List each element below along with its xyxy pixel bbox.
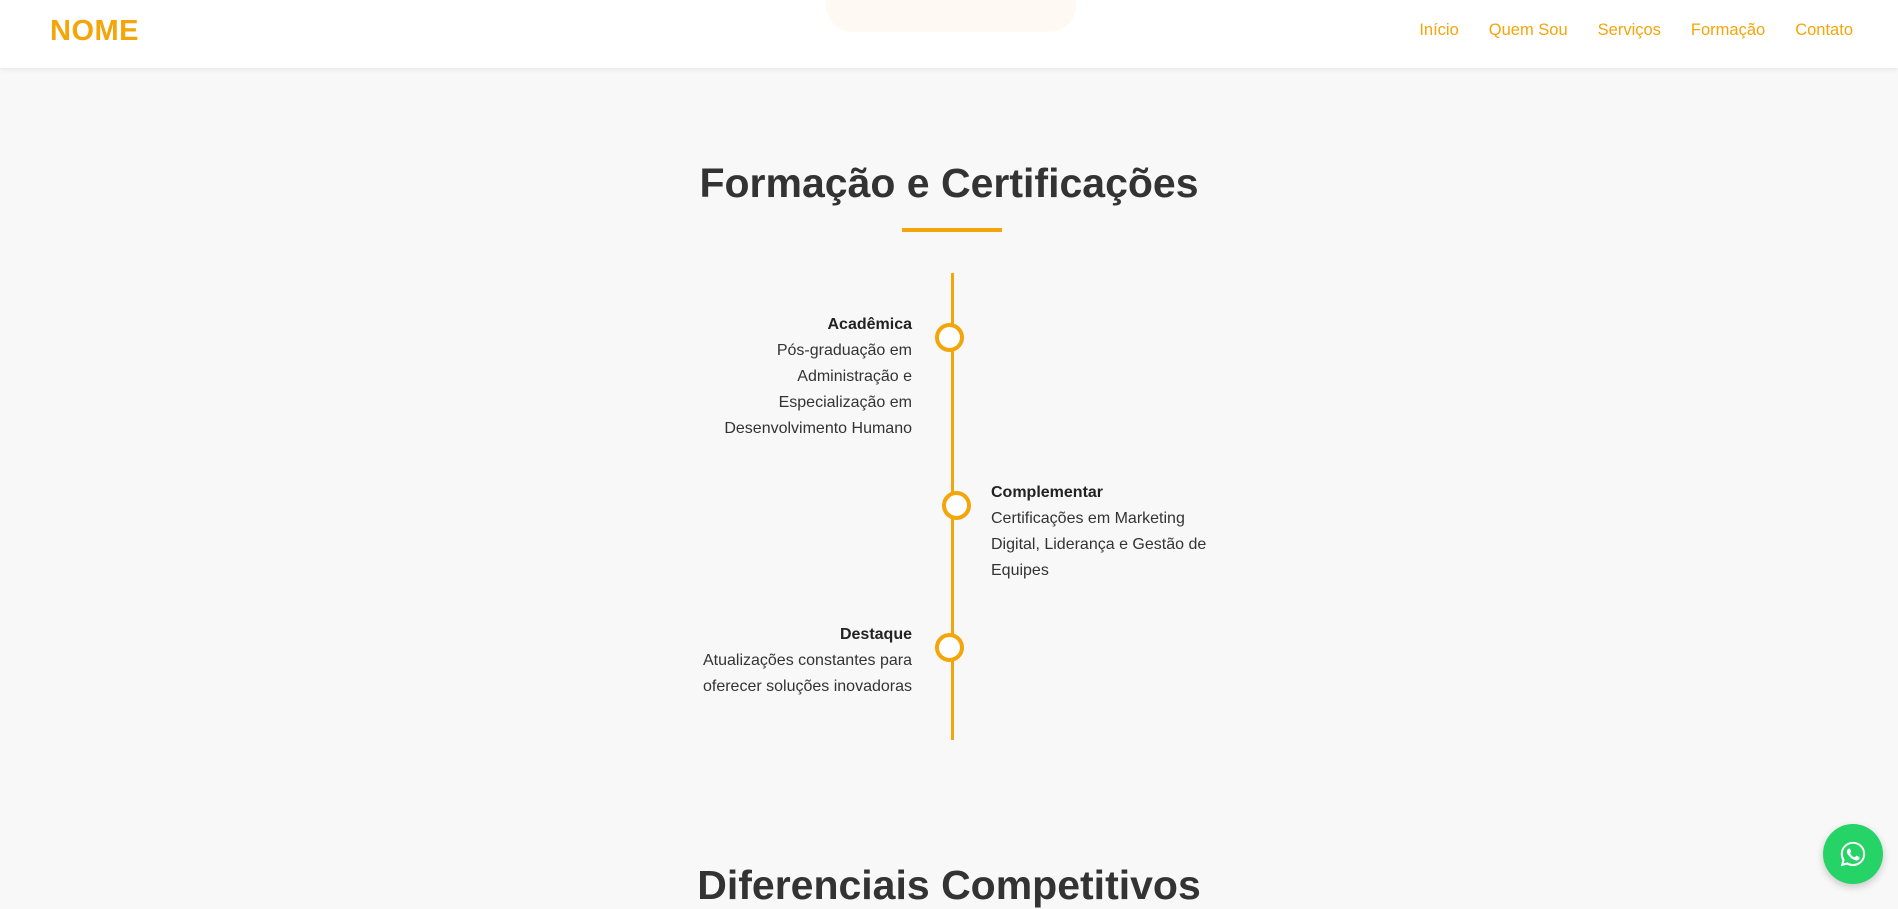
timeline-item-complementar: Complementar Certificações em Marketing … [991,480,1206,584]
timeline-text-line: Desenvolvimento Humano [724,420,912,437]
whatsapp-button[interactable] [1823,824,1883,884]
nav-link-formacao[interactable]: Formação [1691,21,1765,40]
nav-link-quem-sou[interactable]: Quem Sou [1489,21,1568,40]
next-section-title: Diferenciais Competitivos [697,862,1201,908]
timeline-text-line: Especialização em [778,394,912,411]
timeline-item-destaque: Destaque Atualizações constantes para of… [703,622,912,700]
timeline-text-line: Certificações em Marketing [991,510,1185,527]
nav-link-contato[interactable]: Contato [1795,21,1853,40]
nav-link-inicio[interactable]: Início [1419,21,1458,40]
whatsapp-icon [1840,841,1866,867]
timeline-heading: Complementar [991,484,1104,501]
timeline-dot [942,491,971,520]
title-underline [902,228,1002,232]
timeline-dot [935,633,964,662]
faded-cta-button[interactable] [826,0,1076,32]
timeline-text-line: Pós-graduação em [776,342,912,359]
timeline-text-line: Administração e [797,368,912,385]
timeline-heading: Destaque [839,626,912,643]
timeline-text-line: oferecer soluções inovadoras [702,678,912,695]
section-title: Formação e Certificações [699,160,1199,206]
timeline-heading: Acadêmica [827,316,913,333]
timeline-text-line: Digital, Liderança e Gestão de [991,536,1207,553]
timeline-dot [935,323,964,352]
nav-link-servicos[interactable]: Serviços [1598,21,1661,40]
timeline-item-academica: Acadêmica Pós-graduação em Administração… [724,312,912,442]
timeline-text-line: Equipes [991,562,1049,579]
nav-links: Início Quem Sou Serviços Formação Contat… [1419,21,1853,40]
logo[interactable]: NOME [50,15,139,48]
timeline-text-line: Atualizações constantes para [702,652,912,669]
